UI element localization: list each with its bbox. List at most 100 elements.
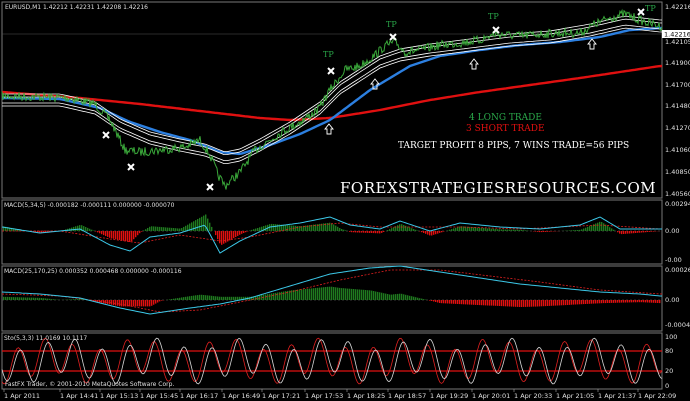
macd2-panel[interactable]: MACD(25,170,25) 0.000352 0.000468 0.0000…: [1, 265, 690, 332]
histogram-bar: [7, 296, 9, 300]
histogram-bar: [595, 300, 597, 304]
histogram-bar: [589, 300, 591, 304]
main-price-panel[interactable]: EURUSD,M1 1.42212 1.42231 1.42208 1.4221…: [1, 1, 663, 199]
histogram-bar: [549, 231, 551, 232]
histogram-bar: [613, 229, 615, 231]
histogram-bar: [375, 291, 377, 300]
histogram-bar: [473, 227, 475, 231]
histogram-bar: [133, 300, 135, 307]
histogram-bar: [117, 231, 119, 240]
histogram-bar: [341, 229, 343, 231]
histogram-bar: [517, 300, 519, 307]
histogram-bar: [115, 231, 117, 240]
histogram-bar: [373, 291, 375, 300]
histogram-bar: [195, 220, 197, 231]
histogram-bar: [385, 293, 387, 300]
histogram-bar: [157, 226, 159, 231]
histogram-bar: [169, 227, 171, 231]
histogram-bar: [601, 222, 603, 231]
histogram-bar: [369, 231, 371, 233]
histogram-bar: [591, 225, 593, 231]
histogram-bar: [427, 231, 429, 235]
histogram-bar: [363, 289, 365, 300]
histogram-bar: [515, 300, 517, 307]
histogram-bar: [121, 300, 123, 307]
histogram-bar: [139, 231, 141, 234]
histogram-bar: [33, 297, 35, 300]
histogram-bar: [641, 231, 643, 233]
stochastic-panel[interactable]: Sto(5,3,3) 11.0169 10.1117 100 80 20 0 F…: [1, 332, 677, 390]
histogram-bar: [523, 300, 525, 307]
histogram-bar: [121, 231, 123, 241]
histogram-bar: [421, 298, 423, 300]
histogram-bar: [201, 294, 203, 300]
macd1-panel[interactable]: MACD(5,34,5) -0.000182 -0.000111 0.00000…: [1, 199, 690, 265]
histogram-bar: [493, 228, 495, 231]
histogram-bar: [365, 290, 367, 300]
histogram-bar: [483, 228, 485, 231]
histogram-bar: [367, 290, 369, 300]
histogram-bar: [3, 296, 5, 300]
histogram-bar: [159, 300, 161, 302]
histogram-bar: [599, 300, 601, 304]
histogram-bar: [279, 292, 281, 300]
histogram-bar: [497, 300, 499, 306]
histogram-bar: [29, 297, 31, 300]
histogram-bar: [571, 230, 573, 231]
histogram-bar: [541, 231, 543, 233]
histogram-bar: [147, 300, 149, 307]
histogram-bar: [645, 300, 647, 303]
histogram-bar: [335, 225, 337, 231]
histogram-bar: [5, 296, 7, 300]
histogram-bar: [123, 300, 125, 307]
histogram-bar: [633, 231, 635, 234]
histogram-bar: [131, 231, 133, 242]
histogram-bar: [35, 297, 37, 300]
histogram-bar: [603, 223, 605, 231]
histogram-bar: [547, 231, 549, 232]
histogram-bar: [125, 231, 127, 242]
symbol-header: EURUSD,M1 1.42212 1.42231 1.42208 1.4221…: [5, 4, 148, 11]
histogram-bar: [77, 225, 79, 231]
histogram-bar: [235, 231, 237, 237]
time-tick-label: 1 Apr 2011: [4, 392, 40, 400]
histogram-bar: [551, 300, 553, 306]
histogram-bar: [113, 231, 115, 239]
histogram-bar: [199, 294, 201, 300]
stochastic-tick: 80: [665, 347, 673, 355]
macd1-label: MACD(5,34,5) -0.000182 -0.000111 0.00000…: [4, 202, 175, 209]
histogram-bar: [275, 292, 277, 300]
histogram-bar: [585, 227, 587, 231]
histogram-bar: [75, 299, 77, 300]
histogram-bar: [611, 300, 613, 303]
histogram-bar: [69, 299, 71, 300]
histogram-bar: [213, 296, 215, 300]
histogram-bar: [425, 231, 427, 234]
histogram-bar: [405, 225, 407, 231]
time-tick-label: 1 Apr 20:01: [472, 392, 510, 400]
chart-canvas[interactable]: EURUSD,M1 1.42212 1.42231 1.42208 1.4221…: [0, 0, 690, 401]
histogram-bar: [631, 300, 633, 303]
histogram-bar: [647, 300, 649, 303]
tp-label: TP: [488, 12, 499, 21]
histogram-bar: [477, 300, 479, 305]
histogram-bar: [183, 226, 185, 231]
histogram-bar: [639, 300, 641, 303]
histogram-bar: [95, 231, 97, 232]
histogram-bar: [371, 290, 373, 300]
histogram-bar: [631, 231, 633, 234]
histogram-bar: [227, 296, 229, 300]
histogram-bar: [345, 230, 347, 231]
histogram-bar: [381, 292, 383, 300]
histogram-bar: [641, 300, 643, 303]
histogram-bar: [305, 289, 307, 300]
histogram-bar: [539, 231, 541, 233]
trading-chart[interactable]: EURUSD,M1 1.42212 1.42231 1.42208 1.4221…: [0, 0, 690, 401]
current-price-value: 1.42216: [664, 31, 690, 39]
histogram-bar: [517, 229, 519, 231]
histogram-bar: [617, 231, 619, 233]
histogram-bar: [37, 297, 39, 300]
histogram-bar: [185, 296, 187, 300]
histogram-bar: [201, 216, 203, 231]
macd-line: [1, 216, 662, 254]
